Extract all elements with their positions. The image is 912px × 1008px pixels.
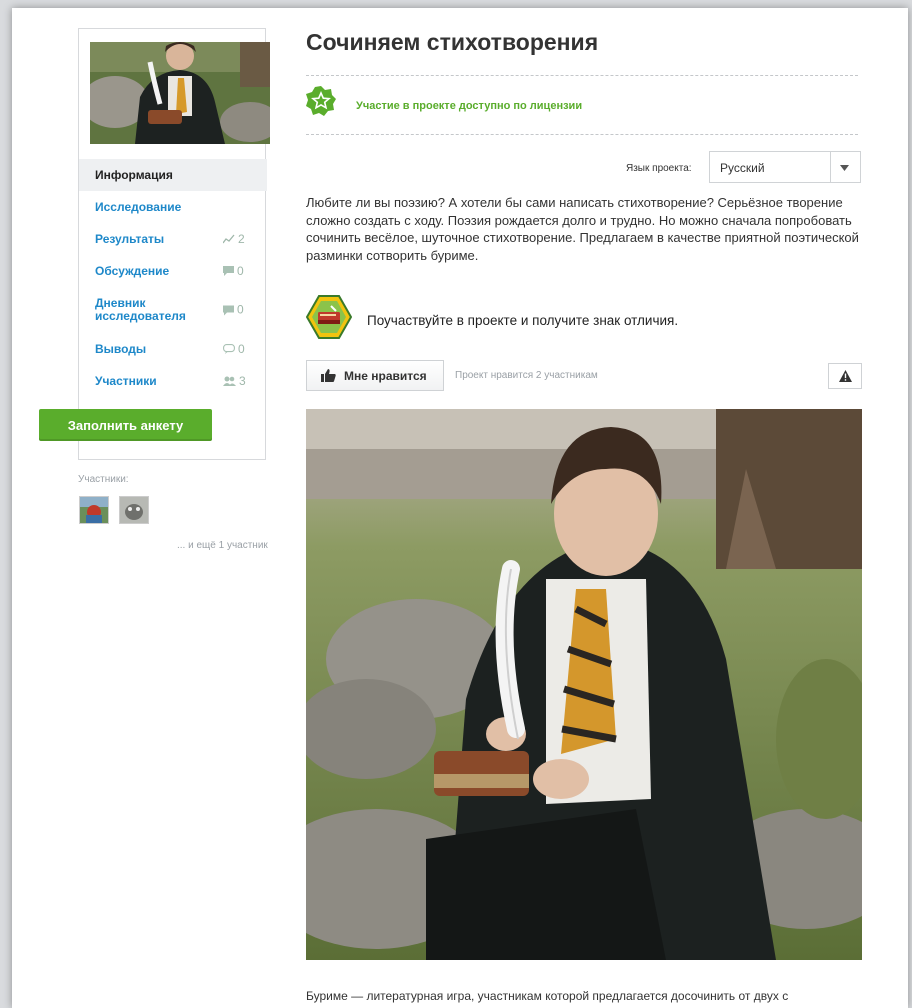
body-text: Буриме — литературная игра, участникам к… — [306, 989, 789, 1003]
star-badge-icon — [306, 86, 336, 116]
diary-count: 0 — [223, 302, 244, 317]
menu-item-info: Информация — [79, 159, 267, 191]
members-label: Участники: — [78, 474, 129, 485]
divider — [306, 75, 858, 76]
menu-item-conclusions[interactable]: Выводы 0 — [79, 333, 267, 365]
menu-item-label: Информация — [95, 168, 173, 182]
comment-icon — [223, 305, 234, 315]
member-avatar[interactable] — [119, 496, 149, 524]
comment-icon — [223, 266, 234, 276]
report-button[interactable] — [828, 363, 862, 389]
discussion-count-value: 0 — [237, 264, 244, 278]
menu-item-label: Обсуждение — [95, 264, 170, 278]
members-count-value: 3 — [239, 374, 246, 388]
conclusions-count: 0 — [223, 342, 245, 356]
member-avatar[interactable] — [79, 496, 109, 524]
members-count: 3 — [223, 374, 246, 388]
project-description: Любите ли вы поэзию? А хотели бы сами на… — [306, 195, 859, 263]
project-menu: Информация Исследование Результаты 2 Обс… — [79, 159, 267, 397]
like-label: Мне нравится — [344, 368, 427, 383]
menu-item-label: Исследование — [95, 200, 182, 214]
menu-item-label: Выводы — [95, 342, 147, 356]
license-notice[interactable]: Участие в проекте доступно по лицензии — [356, 100, 582, 112]
menu-item-results[interactable]: Результаты 2 — [79, 223, 267, 255]
project-thumbnail[interactable] — [90, 42, 270, 144]
page: Информация Исследование Результаты 2 Обс… — [12, 8, 908, 1008]
menu-item-members[interactable]: Участники 3 — [79, 365, 267, 397]
more-members-link[interactable]: ... и ещё 1 участник — [177, 540, 268, 551]
speech-bubble-icon — [223, 344, 235, 354]
like-count: Проект нравится 2 участникам — [455, 370, 598, 381]
users-icon — [223, 376, 236, 386]
menu-item-label: Дневник исследователя — [95, 296, 186, 323]
project-cover-image — [306, 409, 862, 960]
badge-icon — [306, 295, 352, 339]
menu-item-research[interactable]: Исследование — [79, 191, 267, 223]
thumbs-up-icon — [321, 369, 336, 382]
discussion-count: 0 — [223, 264, 244, 278]
divider — [306, 134, 858, 135]
language-label: Язык проекта: — [626, 163, 692, 174]
chevron-down-icon — [840, 165, 849, 171]
sidebar-card: Информация Исследование Результаты 2 Обс… — [78, 28, 270, 460]
select-separator — [830, 152, 831, 182]
results-count: 2 — [223, 232, 245, 246]
menu-item-diary[interactable]: Дневник исследователя 0 — [79, 287, 267, 333]
badge-text: Поучаствуйте в проекте и получите знак о… — [367, 313, 679, 328]
language-value: Русский — [720, 161, 765, 175]
conclusions-count-value: 0 — [238, 342, 245, 356]
menu-item-discussion[interactable]: Обсуждение 0 — [79, 255, 267, 287]
results-count-value: 2 — [238, 232, 245, 246]
like-button[interactable]: Мне нравится — [306, 360, 444, 391]
warning-icon — [838, 370, 852, 382]
chart-icon — [223, 234, 235, 244]
page-title: Сочиняем стихотворения — [306, 29, 599, 55]
diary-count-value: 0 — [237, 302, 244, 317]
menu-item-label: Результаты — [95, 232, 165, 246]
fill-form-button[interactable]: Заполнить анкету — [39, 409, 212, 441]
language-select[interactable]: Русский — [709, 151, 861, 183]
menu-item-label: Участники — [95, 374, 157, 388]
